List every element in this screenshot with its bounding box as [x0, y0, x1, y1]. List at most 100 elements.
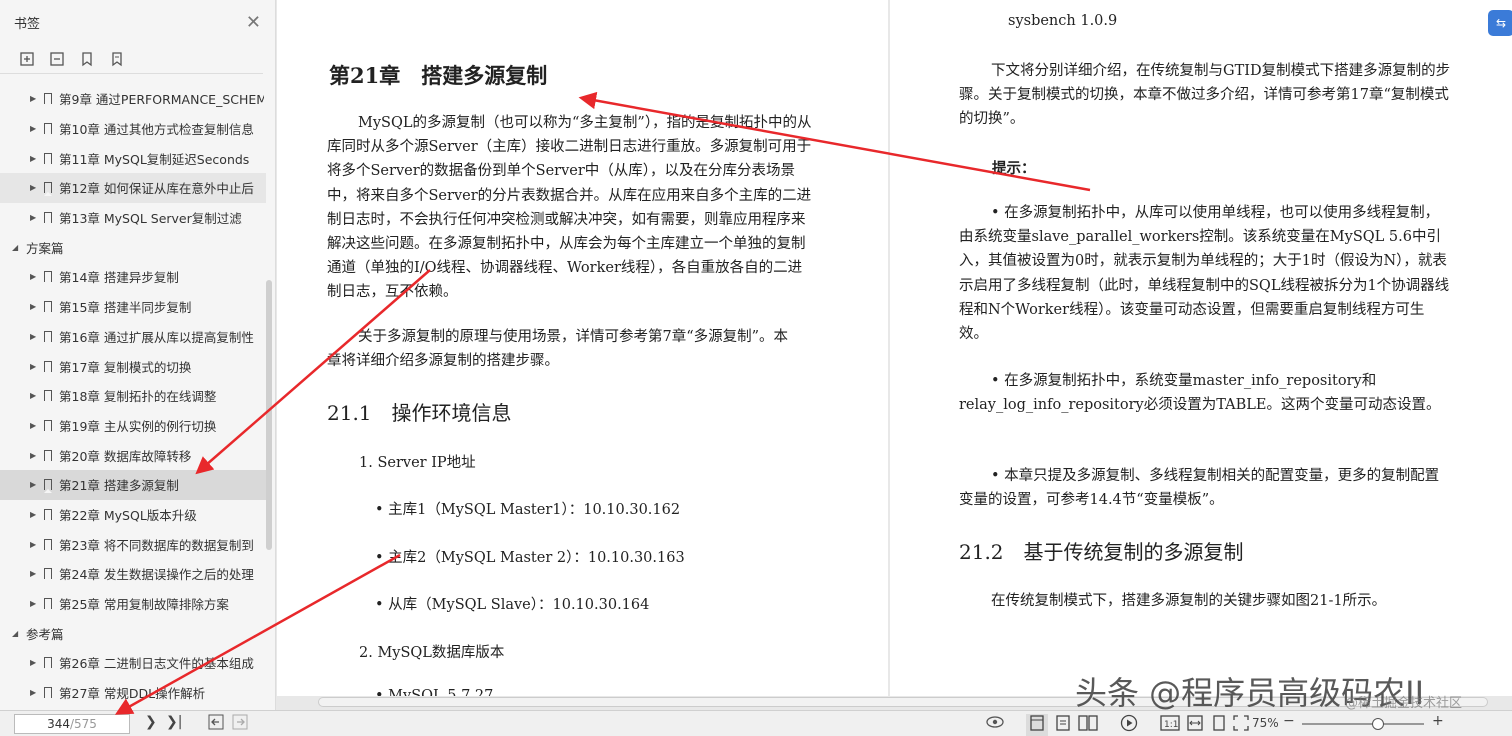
fit-page-icon[interactable] [1210, 714, 1228, 736]
sidebar-item[interactable]: ▶ 第14章 搭建异步复制 [0, 262, 266, 292]
bookmark-icon [44, 390, 52, 405]
sidebar-item[interactable]: ▶ 第18章 复制拓扑的在线调整 [0, 381, 266, 411]
sidebar-item[interactable]: ▶ 第13章 MySQL Server复制过滤 [0, 203, 266, 233]
close-icon[interactable]: ✕ [246, 12, 261, 33]
expand-caret-icon[interactable]: ▶ [30, 391, 40, 400]
expand-caret-icon[interactable]: ▶ [30, 421, 40, 430]
sidebar-scrollbar[interactable] [266, 280, 272, 550]
sidebar-item[interactable]: ▶ 第22章 MySQL版本升级 [0, 500, 266, 530]
eye-icon[interactable] [985, 714, 1005, 734]
sidebar-item-label: 第18章 复制拓扑的在线调整 [59, 389, 217, 405]
zoom-out-icon[interactable]: − [1283, 713, 1295, 729]
sidebar-item-label: 参考篇 [26, 626, 64, 642]
expand-caret-icon[interactable]: ▶ [30, 362, 40, 371]
expand-caret-icon[interactable]: ▶ [30, 332, 40, 341]
bookmark-outline-icon[interactable] [106, 48, 128, 70]
collapse-caret-icon[interactable]: ◢ [12, 629, 22, 638]
bookmark-icon [44, 657, 52, 672]
sidebar-item[interactable]: ▶ 第12章 如何保证从库在意外中止后 [0, 173, 266, 203]
sidebar-item-label: 第26章 二进制日志文件的基本组成 [59, 656, 254, 672]
sidebar-item-label: 第10章 通过其他方式检查复制信息 [59, 122, 254, 138]
bookmark-icon [44, 568, 52, 583]
expand-caret-icon[interactable]: ▶ [30, 183, 40, 192]
last-page-icon[interactable]: ❯| [166, 714, 182, 730]
sidebar-item[interactable]: ▶ 第23章 将不同数据库的数据复制到 [0, 529, 266, 559]
bookmark-icon [44, 538, 52, 553]
collapse-caret-icon[interactable]: ◢ [12, 243, 22, 252]
expand-caret-icon[interactable]: ▶ [30, 599, 40, 608]
bookmark-icon [44, 508, 52, 523]
expand-caret-icon[interactable]: ▶ [30, 272, 40, 281]
expand-caret-icon[interactable]: ▶ [30, 451, 40, 460]
zoom-level[interactable]: 75% [1252, 716, 1279, 730]
expand-caret-icon[interactable]: ▶ [30, 569, 40, 578]
sidebar-item[interactable]: ▶ 第15章 搭建半同步复制 [0, 292, 266, 322]
page-number-input[interactable]: 344/575 [14, 714, 130, 734]
actual-size-icon[interactable]: 1:1 [1160, 714, 1180, 736]
zoom-slider-knob[interactable] [1372, 718, 1384, 730]
sidebar-item-label: 方案篇 [26, 240, 64, 256]
bookmark-icon [44, 301, 52, 316]
section-title: 21.1 操作环境信息 [327, 401, 512, 425]
bookmark-icon [44, 123, 52, 138]
expand-caret-icon[interactable]: ▶ [30, 540, 40, 549]
forward-icon[interactable] [232, 714, 248, 734]
bookmark-icon[interactable] [76, 48, 98, 70]
total-pages: /575 [69, 717, 97, 731]
bookmark-tree: ▶ 第9章 通过PERFORMANCE_SCHEMA ▶ 第10章 通过其他方式检查复… [0, 84, 266, 707]
bookmark-icon [44, 330, 52, 345]
double-page-icon[interactable] [1077, 714, 1099, 736]
sidebar-item-label: 第24章 发生数据误操作之后的处理 [59, 567, 254, 583]
bookmark-icon [44, 687, 52, 702]
sidebar-item[interactable]: ▶ 第10章 通过其他方式检查复制信息 [0, 114, 266, 144]
sidebar-item[interactable]: ▶ 第24章 发生数据误操作之后的处理 [0, 559, 266, 589]
sidebar-item-label: 第23章 将不同数据库的数据复制到 [59, 537, 254, 553]
list-item: 1. Server IP地址 [359, 455, 476, 471]
sidebar-item-label: 第20章 数据库故障转移 [59, 448, 192, 464]
expand-caret-icon[interactable]: ▶ [30, 124, 40, 133]
fullscreen-icon[interactable] [1232, 714, 1250, 736]
add-bookmark-icon[interactable] [16, 48, 38, 70]
sidebar-item[interactable]: ▶ 第26章 二进制日志文件的基本组成 [0, 648, 266, 678]
zoom-slider[interactable] [1302, 718, 1424, 730]
sidebar-item[interactable]: ▶ 第25章 常用复制故障排除方案 [0, 589, 266, 619]
code-line: sysbench 1.0.9 [1008, 13, 1118, 29]
next-page-icon[interactable]: ❯ [145, 714, 157, 730]
expand-caret-icon[interactable]: ▶ [30, 302, 40, 311]
paragraph: • 在多源复制拓扑中，系统变量master_info_repository和re… [959, 373, 1441, 414]
expand-caret-icon[interactable]: ▶ [30, 510, 40, 519]
zoom-in-icon[interactable]: + [1432, 713, 1444, 729]
sidebar-section[interactable]: ◢ 参考篇 [0, 618, 266, 648]
back-icon[interactable] [208, 714, 224, 734]
list-item: • 从库（MySQL Slave）：10.10.30.164 [375, 597, 650, 613]
sidebar-item-label: 第15章 搭建半同步复制 [59, 300, 192, 316]
fit-width-icon[interactable] [1186, 714, 1204, 736]
sidebar-item[interactable]: ▶ 第17章 复制模式的切换 [0, 351, 266, 381]
expand-caret-icon[interactable]: ▶ [30, 688, 40, 697]
expand-caret-icon[interactable]: ▶ [30, 658, 40, 667]
remove-bookmark-icon[interactable] [46, 48, 68, 70]
bookmark-icon [44, 479, 52, 494]
expand-caret-icon[interactable]: ▶ [30, 480, 40, 489]
sidebar-item[interactable]: ▶ 第19章 主从实例的例行切换 [0, 411, 266, 441]
continuous-page-icon[interactable] [1054, 714, 1072, 736]
sidebar-item[interactable]: ▶ 第9章 通过PERFORMANCE_SCHEMA [0, 84, 266, 114]
single-page-icon[interactable] [1026, 714, 1048, 736]
sidebar-item[interactable]: ▶ 第16章 通过扩展从库以提高复制性 [0, 322, 266, 352]
sidebar-item[interactable]: ▶ 第27章 常规DDL操作解析 [0, 678, 266, 708]
tip-label: 提示： [992, 160, 1036, 177]
play-icon[interactable] [1120, 714, 1138, 736]
paragraph: • 在多源复制拓扑中，从库可以使用单线程，也可以使用多线程复制，由系统变量sla… [959, 205, 1450, 343]
expand-caret-icon[interactable]: ▶ [30, 94, 40, 103]
sidebar-item-label: 第25章 常用复制故障排除方案 [59, 597, 229, 613]
floating-action-button[interactable]: ⇆ [1488, 10, 1512, 36]
sidebar-item[interactable]: ▶ 第20章 数据库故障转移 [0, 440, 266, 470]
bookmark-icon [44, 419, 52, 434]
bookmark-icon [44, 271, 52, 286]
sidebar-item[interactable]: ▶ 第21章 搭建多源复制 [0, 469, 266, 500]
pdf-reader-window: 书签 ✕ ▶ 第9章 通过PERFORMANCE_SCHEMA ▶ 第10章 通过其他… [0, 0, 1512, 736]
expand-caret-icon[interactable]: ▶ [30, 213, 40, 222]
sidebar-section[interactable]: ◢ 方案篇 [0, 232, 266, 262]
expand-caret-icon[interactable]: ▶ [30, 154, 40, 163]
sidebar-item[interactable]: ▶ 第11章 MySQL复制延迟Seconds [0, 143, 266, 173]
